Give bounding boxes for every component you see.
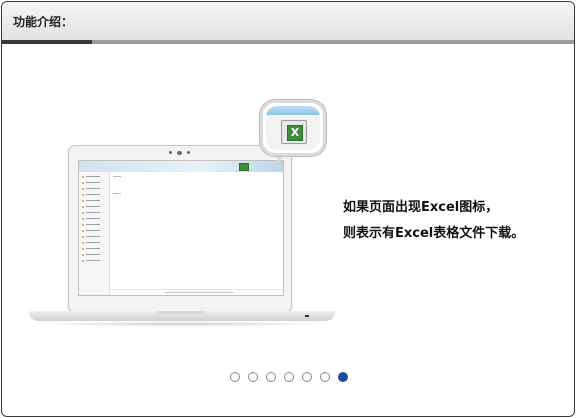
pager-dot[interactable] — [266, 372, 276, 382]
description-line-2: 则表示有Excel表格文件下载。 — [343, 226, 525, 241]
list-item — [82, 212, 106, 214]
camera-dot — [187, 151, 190, 154]
feature-intro-panel: 功能介绍： X 如果页面出现Excel图标， 则表示有Excel表格文件下载。 — [1, 1, 575, 417]
app-banner — [79, 161, 283, 172]
slide-stage: X 如果页面出现Excel图标， 则表示有Excel表格文件下载。 — [2, 44, 574, 416]
pager-dot[interactable] — [284, 372, 294, 382]
pager-dot[interactable] — [230, 372, 240, 382]
list-item — [82, 224, 106, 226]
panel-header: 功能介绍： — [2, 2, 574, 41]
list-item — [82, 206, 106, 208]
app-footer — [109, 289, 283, 296]
description-line-1: 如果页面出现Excel图标， — [343, 200, 499, 215]
callout-toolbar — [266, 106, 320, 115]
laptop-base — [29, 311, 335, 321]
list-item — [82, 230, 106, 232]
excel-download-button: X — [281, 120, 307, 144]
app-pane-text — [113, 193, 121, 194]
pager-dot[interactable] — [302, 372, 312, 382]
list-item — [82, 248, 106, 250]
list-item — [82, 260, 106, 262]
camera-icon — [177, 151, 182, 155]
list-item — [82, 254, 106, 256]
app-sidebar — [79, 172, 110, 295]
laptop-illustration — [68, 145, 292, 313]
excel-icon: X — [287, 125, 303, 141]
list-item — [82, 188, 106, 190]
list-item — [82, 218, 106, 220]
list-item — [82, 242, 106, 244]
callout-magnifier: X — [260, 100, 326, 156]
list-item — [82, 236, 106, 238]
pager-dot[interactable] — [338, 372, 348, 382]
list-item — [82, 182, 106, 184]
laptop-shadow — [33, 321, 331, 327]
camera-dot — [169, 151, 172, 154]
list-item — [82, 200, 106, 202]
app-pane-text — [113, 176, 121, 177]
laptop-app-screen — [78, 160, 284, 296]
panel-title: 功能介绍： — [13, 15, 74, 29]
list-item — [82, 176, 106, 178]
laptop-notch — [157, 311, 205, 314]
list-item — [82, 194, 106, 196]
pager-dot[interactable] — [248, 372, 258, 382]
excel-icon — [239, 163, 249, 171]
callout-zoom-view: X — [266, 106, 320, 150]
pager-dot[interactable] — [320, 372, 330, 382]
laptop-indicator — [305, 315, 309, 317]
